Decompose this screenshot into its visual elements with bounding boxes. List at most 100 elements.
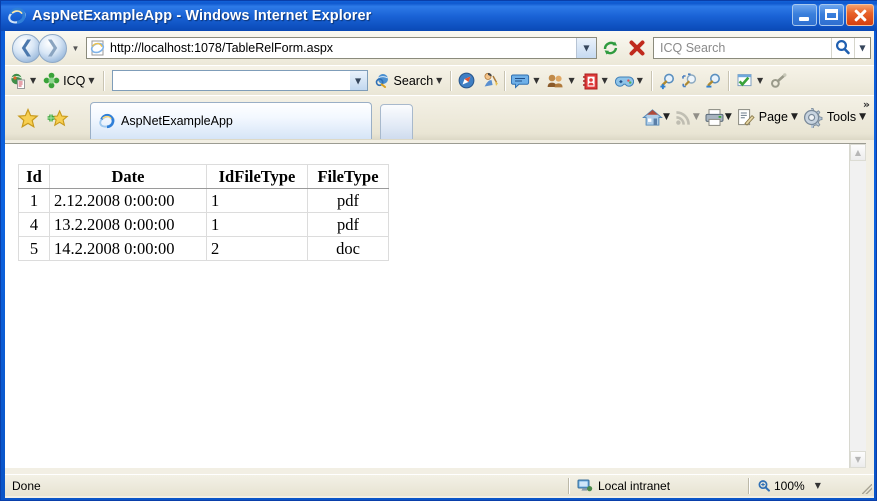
window-controls [792, 4, 874, 26]
column-header-id: Id [18, 163, 50, 190]
chevron-down-icon: ▼ [30, 76, 37, 85]
zoom-control[interactable]: 100% ▼ [750, 476, 858, 496]
icq-toolbar: ▼ ICQ ▼ ▼ Search ▼ ▼ ▼ ▼ ▼ ▼ [5, 65, 874, 95]
zoom-out-icon [704, 72, 723, 90]
forward-button[interactable]: ❯ [38, 33, 67, 63]
add-to-favorites-button[interactable] [47, 108, 69, 129]
cell-idfiletype: 2 [206, 236, 308, 262]
page-icon [736, 108, 755, 127]
search-input[interactable]: ICQ Search ▼ [653, 37, 871, 59]
icq-buddies-button[interactable]: ▼ [544, 69, 579, 93]
address-book-icon [582, 72, 599, 90]
icq-chat-button[interactable]: ▼ [509, 69, 544, 93]
minimize-button[interactable] [792, 4, 817, 26]
back-button[interactable]: ❮ [12, 33, 41, 63]
icq-compass-button[interactable] [455, 69, 478, 93]
tools-menu-button[interactable]: Tools ▼ [800, 103, 868, 131]
icq-zoom-out-button[interactable] [702, 69, 725, 93]
vertical-scrollbar[interactable]: ▲ ▼ [849, 144, 866, 468]
column-header-idfiletype: IdFileType [206, 163, 308, 190]
toolbar-separator [650, 70, 653, 91]
favorites-center-button[interactable] [17, 108, 39, 129]
column-header-filetype: FileType [307, 163, 389, 190]
icq-search-dropdown[interactable]: ▼ [349, 71, 367, 90]
toolbar-separator [727, 70, 730, 91]
chevron-down-icon: ▼ [790, 112, 798, 122]
status-bar: Done Local intranet 100% ▼ [5, 474, 874, 496]
tab-aspnetexampleapp[interactable]: AspNetExampleApp [90, 102, 372, 139]
table-body: 1 2.12.2008 0:00:00 1 pdf 4 13.2.2008 0:… [18, 188, 389, 262]
page-menu-label: Page [758, 110, 788, 124]
window-title: AspNetExampleApp - Windows Internet Expl… [32, 8, 372, 24]
table-header: Id Date IdFileType FileType [18, 163, 389, 190]
cell-idfiletype: 1 [206, 212, 308, 238]
toolbar-separator [504, 70, 507, 91]
search-go-button[interactable] [831, 38, 854, 58]
recent-pages-dropdown[interactable]: ▼ [69, 44, 82, 53]
ie-page-icon [99, 113, 115, 129]
cell-date: 13.2.2008 0:00:00 [49, 212, 207, 238]
icq-zoom-select-button[interactable] [679, 69, 702, 93]
table-header-row: Id Date IdFileType FileType [18, 163, 389, 190]
ie-logo-icon [8, 7, 26, 25]
home-button[interactable]: ▼ [640, 103, 672, 131]
content-area: Id Date IdFileType FileType 1 2.12.2008 … [5, 143, 866, 468]
icq-check-window-button[interactable]: ▼ [733, 69, 768, 93]
resize-grip[interactable] [858, 476, 874, 496]
chevron-down-icon: ▼ [601, 76, 608, 85]
refresh-button[interactable] [599, 36, 623, 60]
feeds-button[interactable]: ▼ [672, 103, 702, 131]
scroll-down-button[interactable]: ▼ [850, 451, 866, 468]
cell-filetype: pdf [307, 188, 389, 214]
toolbar-separator [102, 70, 105, 91]
chevron-down-icon: ▼ [756, 76, 764, 85]
scroll-up-button[interactable]: ▲ [850, 144, 866, 161]
address-dropdown-button[interactable]: ▼ [576, 38, 596, 58]
magnifier-icon [757, 479, 771, 493]
icq-person-broom-button[interactable] [478, 69, 501, 93]
page-menu-button[interactable]: Page ▼ [734, 103, 800, 131]
search-provider-dropdown[interactable]: ▼ [854, 38, 870, 58]
chevron-up-icon: ▲ [854, 147, 862, 157]
icq-globe-page-button[interactable]: ▼ [7, 69, 41, 93]
tools-menu-label: Tools [826, 110, 857, 124]
person-broom-icon [480, 71, 499, 90]
check-window-icon [735, 72, 754, 89]
search-placeholder-text: ICQ Search [660, 41, 726, 55]
address-bar[interactable]: http://localhost:1078/TableRelForm.aspx … [86, 37, 597, 59]
tab-bar: AspNetExampleApp ▼ ▼ ▼ Page ▼ Tools ▼ » [5, 95, 874, 140]
toolbar-overflow-button[interactable]: » [863, 98, 870, 111]
icq-menu-button[interactable]: ICQ ▼ [41, 69, 99, 93]
command-bar: ▼ ▼ ▼ Page ▼ Tools ▼ [640, 100, 868, 134]
zoom-in-icon [658, 72, 677, 90]
chevron-down-icon: ▼ [354, 76, 362, 85]
chevron-down-icon: ▼ [583, 43, 590, 53]
icq-globe-page-icon [9, 72, 27, 90]
compass-icon [457, 71, 476, 90]
games-controller-icon [614, 73, 634, 89]
new-tab-button[interactable] [380, 104, 413, 139]
chevron-down-icon: ▼ [859, 43, 866, 53]
chevron-down-icon: ▼ [636, 76, 643, 85]
cell-filetype: doc [307, 236, 389, 262]
cell-date: 2.12.2008 0:00:00 [49, 188, 207, 214]
close-button[interactable] [846, 4, 874, 26]
icq-games-button[interactable]: ▼ [613, 69, 648, 93]
icq-search-combo[interactable]: ▼ [111, 70, 368, 91]
zoom-select-icon [681, 72, 700, 90]
icq-address-book-button[interactable]: ▼ [580, 69, 613, 93]
tab-title: AspNetExampleApp [121, 114, 233, 128]
security-zone[interactable]: Local intranet [570, 476, 748, 496]
table-row: 1 2.12.2008 0:00:00 1 pdf [18, 188, 389, 214]
arrow-left-icon: ❮ [19, 37, 34, 58]
icq-search-button[interactable]: Search ▼ [372, 69, 448, 93]
icq-zoom-in-button[interactable] [656, 69, 679, 93]
print-button[interactable]: ▼ [702, 103, 734, 131]
icq-flashlight-button[interactable] [768, 69, 789, 93]
cell-id: 4 [18, 212, 50, 238]
chevron-down-icon[interactable]: ▼ [815, 481, 821, 490]
title-bar: AspNetExampleApp - Windows Internet Expl… [1, 1, 877, 31]
cell-filetype: pdf [307, 212, 389, 238]
maximize-button[interactable] [819, 4, 844, 26]
stop-button[interactable] [625, 36, 649, 60]
